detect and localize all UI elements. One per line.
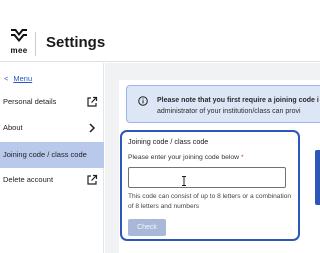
sidebar-item-label: Personal details [3,97,57,106]
external-link-icon [86,174,98,186]
required-marker: * [240,154,244,161]
mee-logo-mark-icon [11,29,27,42]
joining-code-label: Please enter your joining code below * [128,153,244,163]
sidebar-item-joining-code[interactable]: Joining code / class code [0,142,104,168]
mee-logo[interactable]: mee [8,27,30,57]
sidebar-item-personal-details[interactable]: Personal details [0,89,104,115]
sidebar-item-delete-account[interactable]: Delete account [0,167,104,193]
info-icon [138,96,148,106]
header-divider [35,32,36,56]
page-title: Settings [46,34,106,51]
sidebar-item-label: About [3,123,23,132]
notice-text: Please note that you first require a joi… [157,95,320,117]
sidebar-item-label: Delete account [3,175,54,184]
back-link-label: Menu [13,74,33,83]
notice-line-1: Please note that you first require a joi… [157,97,319,104]
external-link-icon [86,96,98,108]
check-button[interactable]: Check [128,219,166,236]
sidebar-item-about[interactable]: About [0,115,104,141]
adjacent-panel-edge [315,150,320,205]
chevron-right-icon [86,122,98,134]
back-to-menu-link[interactable]: < Menu [4,74,32,84]
panel-title: Joining code / class code [128,137,209,146]
joining-code-label-text: Please enter your joining code below [128,154,240,161]
notice-line-2: administrator of your institution/class … [157,108,301,115]
info-notice: Please note that you first require a joi… [126,85,320,123]
logo-text: mee [10,46,28,55]
joining-code-help-text: This code can consist of up to 8 letters… [128,193,292,210]
joining-code-input[interactable] [128,167,286,188]
joining-code-panel: Joining code / class code Please enter y… [120,130,300,241]
settings-sidebar: < Menu Personal details About Joining cod… [0,63,104,253]
sidebar-item-label: Joining code / class code [3,150,87,159]
chevron-left-icon: < [4,74,9,83]
text-cursor-icon [181,176,187,186]
app-header: mee Settings [0,0,320,62]
